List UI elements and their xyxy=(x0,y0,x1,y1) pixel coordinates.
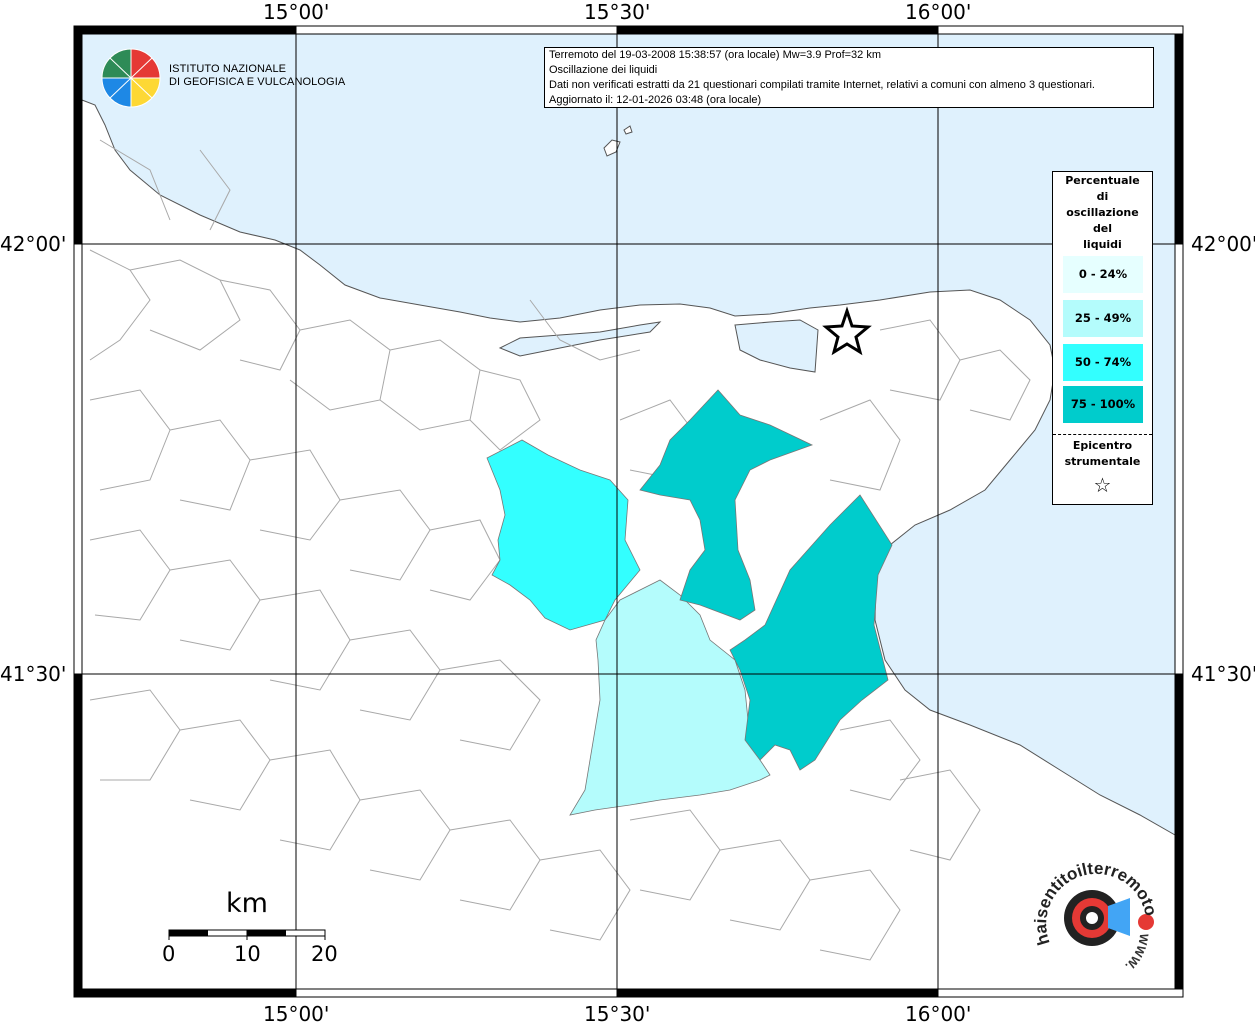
legend-epicenter-label: Epicentro strumentale xyxy=(1053,438,1152,470)
hsit-www: WWW. xyxy=(1123,933,1152,974)
legend-title-line: Percentuale xyxy=(1065,174,1140,187)
legend-class-75-100: 75 - 100% xyxy=(1063,386,1143,423)
legend-epicenter-line: Epicentro xyxy=(1072,439,1133,452)
scale-label-0: 0 xyxy=(162,942,176,966)
top-tick-15-30: 15°30' xyxy=(584,0,651,24)
ingv-logo-text: ISTITUTO NAZIONALE DI GEOFISICA E VULCAN… xyxy=(169,63,345,89)
scale-label-20: 20 xyxy=(311,942,338,966)
legend-class-25-49: 25 - 49% xyxy=(1063,300,1143,337)
legend-star-icon: ☆ xyxy=(1093,473,1112,497)
earthquake-info-box: Terremoto del 19-03-2008 15:38:57 (ora l… xyxy=(544,47,1154,108)
legend-class-0-24: 0 - 24% xyxy=(1063,256,1143,293)
info-data-note-line: Dati non verificati estratti da 21 quest… xyxy=(549,79,1095,91)
ingv-line2: DI GEOFISICA E VULCANOLOGIA xyxy=(169,76,346,88)
top-tick-15-00: 15°00' xyxy=(263,0,330,24)
left-tick-41-30: 41°30' xyxy=(0,662,67,686)
legend-panel: Percentuale di oscillazione del liquidi … xyxy=(1052,171,1153,505)
left-tick-42-00: 42°00' xyxy=(0,232,67,256)
legend-title-line: del xyxy=(1092,222,1113,235)
legend-title-line: di xyxy=(1096,190,1109,203)
legend-epicenter-line: strumentale xyxy=(1064,455,1141,468)
info-updated-line: Aggiornato il: 12-01-2026 03:48 (ora loc… xyxy=(549,94,762,106)
top-tick-16-00: 16°00' xyxy=(905,0,972,24)
scale-unit-label: km xyxy=(226,888,268,919)
right-tick-41-30: 41°30' xyxy=(1191,662,1255,686)
ingv-line1: ISTITUTO NAZIONALE xyxy=(169,63,287,75)
bottom-tick-15-00: 15°00' xyxy=(263,1002,330,1026)
right-tick-42-00: 42°00' xyxy=(1191,232,1255,256)
bottom-tick-15-30: 15°30' xyxy=(584,1002,651,1026)
legend-title: Percentuale di oscillazione del liquidi xyxy=(1053,173,1152,253)
info-parameter-line: Oscillazione dei liquidi xyxy=(549,64,658,76)
scale-label-10: 10 xyxy=(234,942,261,966)
bottom-tick-16-00: 16°00' xyxy=(905,1002,972,1026)
legend-divider xyxy=(1053,434,1152,435)
hsit-logo: haisentitoilterremoto.it WWW. xyxy=(1030,858,1161,974)
legend-title-line: liquidi xyxy=(1083,238,1122,251)
legend-class-50-74: 50 - 74% xyxy=(1063,344,1143,381)
legend-title-line: oscillazione xyxy=(1066,206,1139,219)
info-event-line: Terremoto del 19-03-2008 15:38:57 (ora l… xyxy=(549,49,882,61)
ingv-globe-icon xyxy=(101,48,161,108)
